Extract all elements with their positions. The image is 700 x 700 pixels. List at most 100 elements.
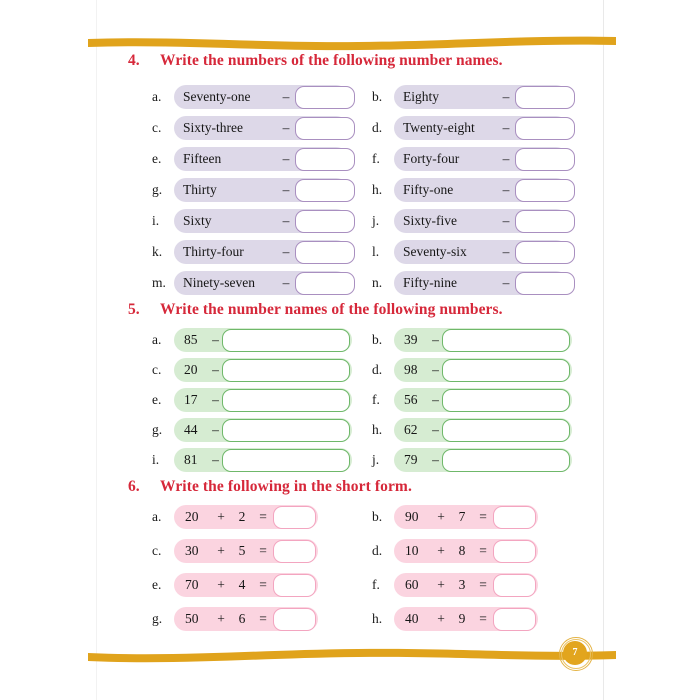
- exercise-capsule: Sixty-five –: [394, 209, 575, 233]
- exercise-capsule: 85–: [174, 328, 352, 352]
- question-title: Write the number names of the following …: [160, 301, 503, 318]
- item-prompt: 17: [184, 392, 198, 407]
- item-letter: n.: [372, 275, 383, 290]
- item-letter: e.: [152, 392, 162, 407]
- answer-box[interactable]: [295, 178, 355, 202]
- exercise-item: m. Ninety-seven –: [152, 271, 355, 295]
- item-letter: f.: [372, 577, 380, 592]
- answer-box[interactable]: [273, 539, 316, 563]
- plus-sign: +: [217, 577, 225, 592]
- exercise-capsule: 17–: [174, 388, 352, 412]
- answer-box[interactable]: [515, 209, 575, 233]
- item-prompt: Thirty-four: [183, 244, 244, 259]
- item-prompt: Ninety-seven: [183, 275, 255, 290]
- question-title: Write the following in the short form.: [160, 478, 412, 495]
- exercise-capsule: Fifty-one –: [394, 178, 575, 202]
- answer-box[interactable]: [295, 116, 355, 140]
- answer-box[interactable]: [295, 85, 355, 109]
- exercise-capsule: Thirty –: [174, 178, 355, 202]
- addend-first: 30: [185, 543, 199, 558]
- dash-separator: –: [282, 120, 290, 135]
- equals-sign: =: [479, 611, 487, 626]
- dash-separator: –: [502, 151, 510, 166]
- answer-box[interactable]: [273, 505, 316, 529]
- item-prompt: 85: [184, 332, 198, 347]
- dash-separator: –: [502, 182, 510, 197]
- answer-box[interactable]: [515, 240, 575, 264]
- answer-box[interactable]: [222, 418, 350, 442]
- answer-box[interactable]: [222, 358, 350, 382]
- exercise-capsule: 56–: [394, 388, 572, 412]
- exercise-capsule: Thirty-four –: [174, 240, 355, 264]
- item-letter: a.: [152, 509, 162, 524]
- answer-box[interactable]: [515, 271, 575, 295]
- addend-second: 4: [238, 577, 246, 592]
- answer-box[interactable]: [295, 147, 355, 171]
- item-prompt: Fifty-one: [403, 182, 454, 197]
- item-letter: g.: [152, 422, 163, 437]
- badge-disc: 7: [563, 641, 587, 665]
- question-section-4: 4. Write the numbers of the following num…: [0, 52, 700, 295]
- exercise-item: n. Fifty-nine –: [372, 271, 575, 295]
- exercise-item: g. 50 +6 =: [152, 607, 318, 631]
- exercise-capsule: 70 +4 =: [174, 573, 318, 597]
- dash-separator: –: [432, 452, 439, 467]
- answer-box[interactable]: [442, 418, 570, 442]
- exercise-item: f. Forty-four –: [372, 147, 575, 171]
- dash-separator: –: [212, 332, 219, 347]
- item-prompt: Eighty: [403, 89, 439, 104]
- item-prompt: Forty-four: [403, 151, 460, 166]
- item-prompt: Seventy-six: [403, 244, 467, 259]
- answer-box[interactable]: [442, 448, 570, 472]
- exercise-capsule: Ninety-seven –: [174, 271, 355, 295]
- item-prompt: 62: [404, 422, 418, 437]
- answer-box[interactable]: [493, 505, 536, 529]
- addend-second: 8: [458, 543, 466, 558]
- dash-separator: –: [502, 244, 510, 259]
- exercise-capsule: Seventy-six –: [394, 240, 575, 264]
- exercise-item: i. Sixty –: [152, 209, 355, 233]
- addend-first: 20: [185, 509, 199, 524]
- exercise-item: b. Eighty –: [372, 85, 575, 109]
- item-prompt: 56: [404, 392, 418, 407]
- answer-box[interactable]: [515, 147, 575, 171]
- exercise-item: h. 40 +9 =: [372, 607, 538, 631]
- answer-box[interactable]: [295, 271, 355, 295]
- item-letter: j.: [372, 213, 380, 228]
- answer-box[interactable]: [273, 573, 316, 597]
- exercise-capsule: 62–: [394, 418, 572, 442]
- answer-box[interactable]: [493, 539, 536, 563]
- addend-first: 40: [405, 611, 419, 626]
- answer-box[interactable]: [295, 240, 355, 264]
- addend-second: 5: [238, 543, 246, 558]
- exercise-capsule: 81–: [174, 448, 352, 472]
- answer-box[interactable]: [442, 328, 570, 352]
- item-letter: k.: [152, 244, 163, 259]
- answer-box[interactable]: [442, 388, 570, 412]
- answer-box[interactable]: [493, 573, 536, 597]
- answer-box[interactable]: [493, 607, 536, 631]
- item-prompt: Fifteen: [183, 151, 222, 166]
- answer-box[interactable]: [515, 85, 575, 109]
- answer-box[interactable]: [222, 448, 350, 472]
- worksheet-page: 7 4. Write the numbers of the following n…: [0, 0, 700, 700]
- answer-box[interactable]: [515, 178, 575, 202]
- plus-sign: +: [437, 577, 445, 592]
- item-letter: h.: [372, 611, 383, 626]
- exercise-capsule: Forty-four –: [394, 147, 575, 171]
- plus-sign: +: [217, 611, 225, 626]
- exercise-capsule: Sixty-three –: [174, 116, 355, 140]
- addend-second: 7: [458, 509, 466, 524]
- question-number: 5.: [128, 301, 140, 318]
- answer-box[interactable]: [222, 388, 350, 412]
- answer-box[interactable]: [295, 209, 355, 233]
- answer-box[interactable]: [273, 607, 316, 631]
- exercise-capsule: 10 +8 =: [394, 539, 538, 563]
- answer-box[interactable]: [515, 116, 575, 140]
- answer-box[interactable]: [442, 358, 570, 382]
- answer-box[interactable]: [222, 328, 350, 352]
- item-letter: c.: [152, 362, 162, 377]
- exercise-item: e. Fifteen –: [152, 147, 355, 171]
- exercise-item: h. Fifty-one –: [372, 178, 575, 202]
- item-prompt: Sixty-five: [403, 213, 457, 228]
